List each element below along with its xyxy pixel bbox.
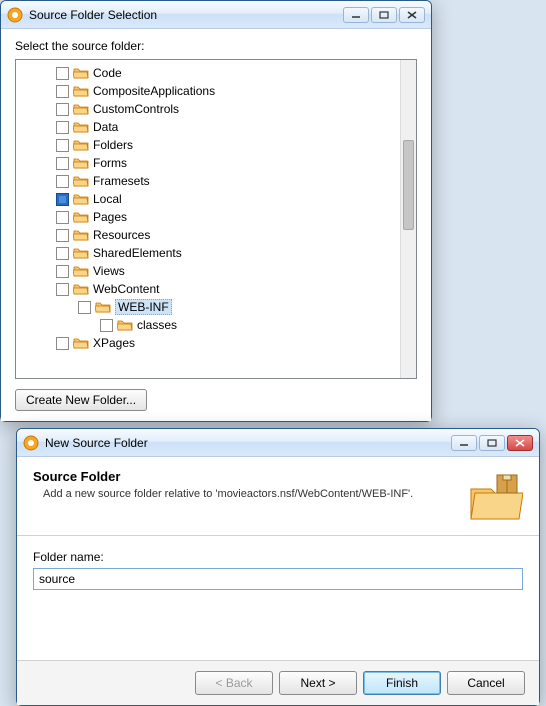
tree-scroll[interactable]: Code CompositeApplications CustomControls D… xyxy=(16,60,416,378)
tree-item[interactable]: CustomControls xyxy=(16,100,416,118)
wizard-header: Source Folder Add a new source folder re… xyxy=(17,457,539,536)
tree-item[interactable]: Views xyxy=(16,262,416,280)
tree-item[interactable]: Folders xyxy=(16,136,416,154)
tree-checkbox[interactable] xyxy=(78,301,91,314)
wizard-title: Source Folder xyxy=(33,469,467,484)
source-folder-selection-window: Source Folder Selection Select the sourc… xyxy=(0,0,432,422)
tree-item[interactable]: Data xyxy=(16,118,416,136)
window-controls xyxy=(451,435,533,451)
tree-item[interactable]: Framesets xyxy=(16,172,416,190)
folder-icon xyxy=(73,264,89,278)
tree-label: Local xyxy=(93,192,122,206)
folder-icon xyxy=(73,84,89,98)
tree-label: Resources xyxy=(93,228,150,242)
tree-label: Data xyxy=(93,120,118,134)
folder-icon xyxy=(73,138,89,152)
tree-label: Forms xyxy=(93,156,127,170)
tree-label: CompositeApplications xyxy=(93,84,215,98)
tree-checkbox[interactable] xyxy=(56,157,69,170)
close-button[interactable] xyxy=(507,435,533,451)
tree-label: SharedElements xyxy=(93,246,182,260)
tree-checkbox[interactable] xyxy=(56,193,69,206)
maximize-button[interactable] xyxy=(371,7,397,23)
wizard-description: Add a new source folder relative to 'mov… xyxy=(33,488,467,500)
create-new-folder-button[interactable]: Create New Folder... xyxy=(15,389,147,411)
window-title: New Source Folder xyxy=(45,436,451,450)
folder-icon xyxy=(73,66,89,80)
tree-checkbox[interactable] xyxy=(56,103,69,116)
maximize-button[interactable] xyxy=(479,435,505,451)
tree-checkbox[interactable] xyxy=(56,211,69,224)
folder-icon xyxy=(73,210,89,224)
tree-item[interactable]: Forms xyxy=(16,154,416,172)
tree-checkbox[interactable] xyxy=(56,229,69,242)
tree-checkbox[interactable] xyxy=(56,247,69,260)
title-bar[interactable]: Source Folder Selection xyxy=(1,1,431,29)
tree-item[interactable]: XPages xyxy=(16,334,416,352)
close-button[interactable] xyxy=(399,7,425,23)
next-button[interactable]: Next > xyxy=(279,671,357,695)
wizard-footer: < Back Next > Finish Cancel xyxy=(17,660,539,705)
tree-label: Views xyxy=(93,264,125,278)
tree-item[interactable]: classes xyxy=(16,316,416,334)
folder-name-input[interactable] xyxy=(33,568,523,590)
title-bar[interactable]: New Source Folder xyxy=(17,429,539,457)
tree-checkbox[interactable] xyxy=(56,265,69,278)
app-icon xyxy=(23,435,39,451)
wizard-body: Folder name: xyxy=(17,536,539,660)
tree-checkbox[interactable] xyxy=(56,283,69,296)
tree-item[interactable]: WEB-INF xyxy=(16,298,416,316)
folder-icon xyxy=(73,174,89,188)
new-source-folder-window: New Source Folder Source Folder Add a ne… xyxy=(16,428,540,706)
tree-label: Framesets xyxy=(93,174,150,188)
tree-label: Pages xyxy=(93,210,127,224)
folder-icon xyxy=(73,192,89,206)
back-button[interactable]: < Back xyxy=(195,671,273,695)
window-controls xyxy=(343,7,425,23)
folder-icon xyxy=(73,102,89,116)
app-icon xyxy=(7,7,23,23)
tree-checkbox[interactable] xyxy=(56,121,69,134)
folder-icon xyxy=(73,156,89,170)
tree-checkbox[interactable] xyxy=(56,175,69,188)
tree-item[interactable]: Pages xyxy=(16,208,416,226)
tree-item[interactable]: Local xyxy=(16,190,416,208)
prompt-label: Select the source folder: xyxy=(15,39,417,53)
tree-label: XPages xyxy=(93,336,135,350)
folder-icon xyxy=(73,336,89,350)
folder-name-label: Folder name: xyxy=(33,550,523,564)
tree-item[interactable]: CompositeApplications xyxy=(16,82,416,100)
folder-icon xyxy=(73,246,89,260)
folder-icon xyxy=(117,318,133,332)
tree-checkbox[interactable] xyxy=(100,319,113,332)
tree-label: CustomControls xyxy=(93,102,179,116)
tree-item[interactable]: SharedElements xyxy=(16,244,416,262)
folder-icon xyxy=(73,282,89,296)
folder-icon xyxy=(95,300,111,314)
folder-package-icon xyxy=(467,469,523,525)
tree-checkbox[interactable] xyxy=(56,337,69,350)
tree-item[interactable]: WebContent xyxy=(16,280,416,298)
tree-label: Code xyxy=(93,66,122,80)
tree-label: Folders xyxy=(93,138,133,152)
cancel-button[interactable]: Cancel xyxy=(447,671,525,695)
tree-label: WEB-INF xyxy=(115,299,172,315)
tree-checkbox[interactable] xyxy=(56,67,69,80)
scroll-thumb[interactable] xyxy=(403,140,414,230)
window-title: Source Folder Selection xyxy=(29,8,343,22)
tree-item[interactable]: Resources xyxy=(16,226,416,244)
folder-tree: Code CompositeApplications CustomControls D… xyxy=(15,59,417,379)
tree-label: classes xyxy=(137,318,177,332)
folder-icon xyxy=(73,228,89,242)
vertical-scrollbar[interactable] xyxy=(400,60,416,378)
tree-label: WebContent xyxy=(93,282,160,296)
minimize-button[interactable] xyxy=(451,435,477,451)
tree-checkbox[interactable] xyxy=(56,139,69,152)
finish-button[interactable]: Finish xyxy=(363,671,441,695)
minimize-button[interactable] xyxy=(343,7,369,23)
tree-checkbox[interactable] xyxy=(56,85,69,98)
window-body: Select the source folder: Code CompositeA… xyxy=(1,29,431,421)
folder-icon xyxy=(73,120,89,134)
tree-item[interactable]: Code xyxy=(16,64,416,82)
